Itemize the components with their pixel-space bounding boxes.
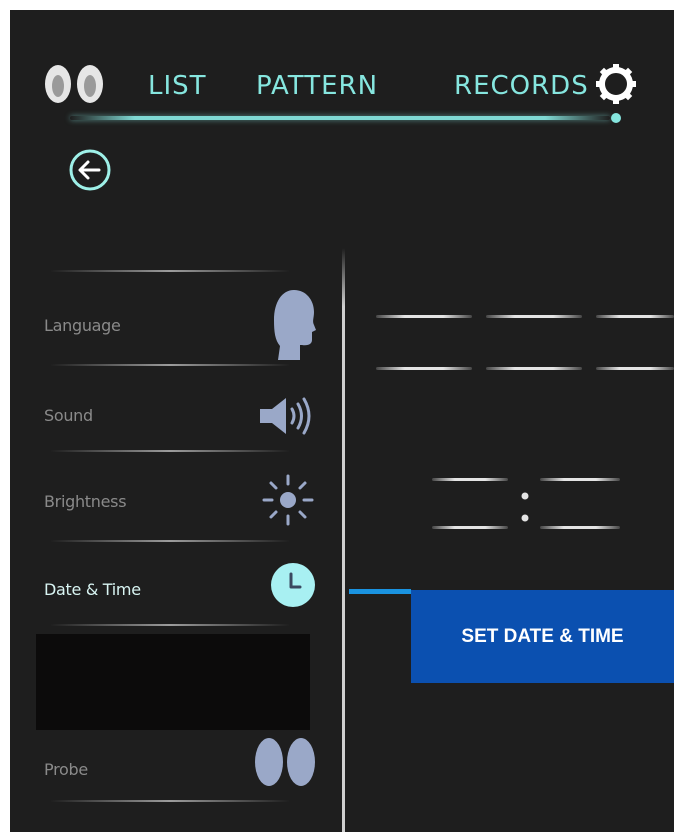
menu-item-label: Brightness <box>44 492 127 511</box>
menu-item-label: Date & Time <box>44 580 141 599</box>
date-field-placeholder[interactable] <box>376 367 472 370</box>
sun-icon <box>262 474 314 526</box>
menu-item-language[interactable]: Language <box>36 290 326 372</box>
set-date-time-button[interactable]: SET DATE & TIME <box>411 590 674 683</box>
content-divider <box>342 248 345 832</box>
date-field-placeholder[interactable] <box>596 315 674 318</box>
hour-field-placeholder[interactable] <box>432 526 508 529</box>
tab-pattern[interactable]: PATTERN <box>256 66 378 106</box>
menu-item-date-time[interactable]: Date & Time <box>36 556 326 636</box>
tab-list[interactable]: LIST <box>148 66 207 106</box>
hidden-menu-panel <box>36 634 310 730</box>
menu-separator <box>50 270 290 272</box>
menu-item-label: Probe <box>44 760 88 779</box>
hour-field-placeholder[interactable] <box>432 478 508 481</box>
probe-logo-icon <box>45 65 103 103</box>
minute-field-placeholder[interactable] <box>540 526 620 529</box>
date-field-placeholder[interactable] <box>596 367 674 370</box>
time-colon-icon <box>521 492 529 522</box>
menu-item-label: Sound <box>44 406 93 425</box>
menu-item-label: Language <box>44 316 121 335</box>
date-field-placeholder[interactable] <box>486 367 582 370</box>
tab-records[interactable]: RECORDS <box>454 66 589 106</box>
selection-indicator <box>349 589 411 594</box>
back-arrow-icon[interactable] <box>66 146 114 194</box>
date-field-placeholder[interactable] <box>486 315 582 318</box>
menu-item-brightness[interactable]: Brightness <box>36 468 326 548</box>
date-field-placeholder[interactable] <box>376 315 472 318</box>
head-profile-icon <box>274 290 316 360</box>
clock-icon <box>271 563 315 607</box>
header-divider <box>70 116 610 120</box>
menu-item-sound[interactable]: Sound <box>36 382 326 462</box>
menu-item-probe[interactable]: Probe <box>36 736 326 816</box>
minute-field-placeholder[interactable] <box>540 478 620 481</box>
speaker-icon <box>260 397 311 435</box>
settings-screen: LIST PATTERN RECORDS Language Sound Brig… <box>10 10 674 832</box>
probe-icon <box>255 738 315 786</box>
